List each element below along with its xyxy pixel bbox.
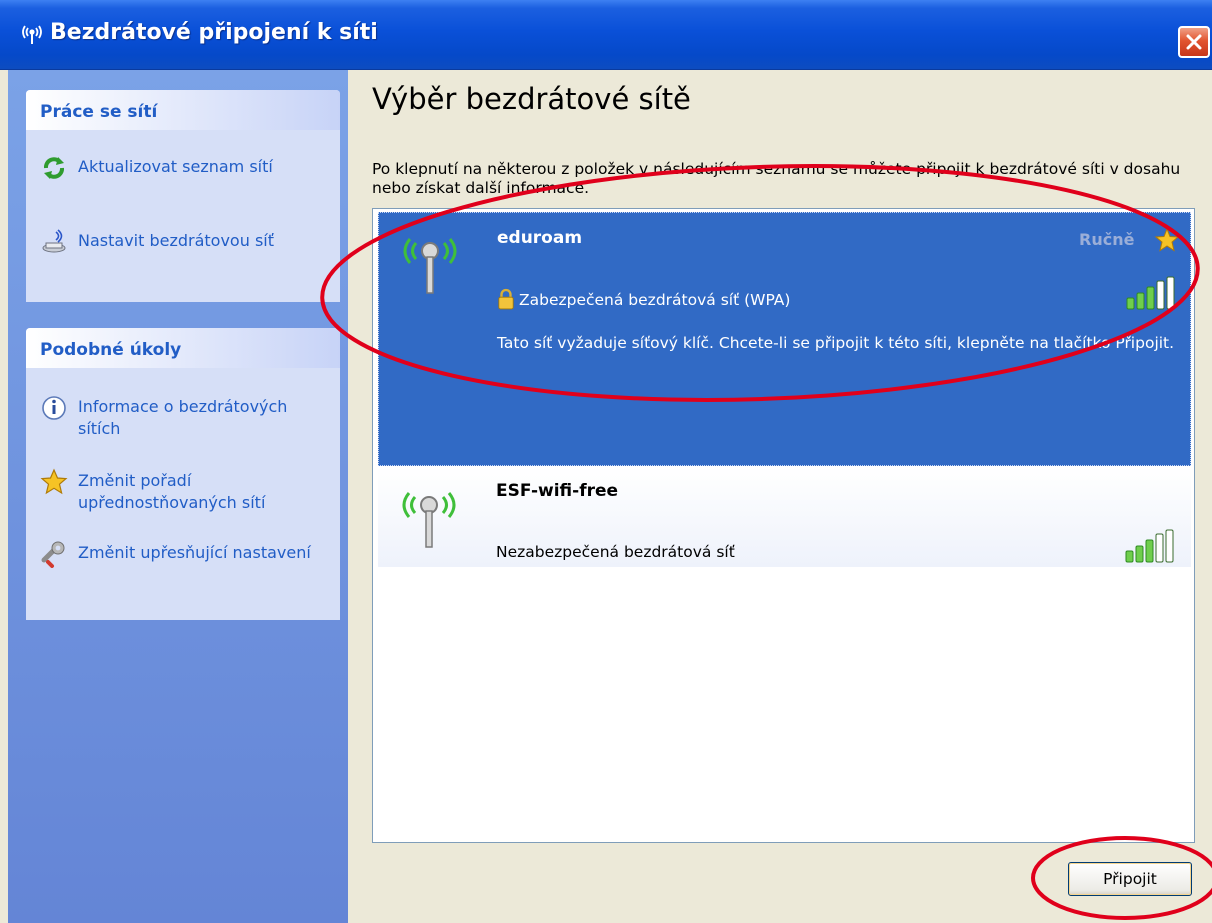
settings-icon — [41, 541, 65, 568]
change-preferred-order-link[interactable]: Změnit pořadí upřednostňovaných sítí — [26, 468, 340, 518]
window-title: Bezdrátové připojení k síti — [50, 20, 378, 45]
network-description: Tato síť vyžaduje síťový klíč. Chcete-li… — [497, 334, 1175, 352]
related-tasks-title: Podobné úkoly — [26, 328, 340, 368]
setup-wireless-network-link[interactable]: Nastavit bezdrátovou síť — [26, 228, 340, 258]
wireless-network-icon — [22, 25, 42, 44]
lock-icon — [498, 288, 514, 310]
refresh-network-list-label: Aktualizovat seznam sítí — [78, 157, 273, 176]
refresh-network-list-link[interactable]: Aktualizovat seznam sítí — [26, 154, 340, 184]
change-preferred-order-label: Změnit pořadí upřednostňovaných sítí — [78, 471, 266, 512]
network-item-eduroam[interactable]: eduroam Ručně Zabezpečená bezdrátová síť… — [378, 212, 1191, 466]
intro-text: Po klepnutí na některou z položek v násl… — [372, 160, 1181, 197]
network-security: Zabezpečená bezdrátová síť (WPA) — [519, 291, 791, 309]
network-name: eduroam — [497, 228, 583, 248]
wireless-antenna-icon — [402, 492, 456, 548]
network-security: Nezabezpečená bezdrátová síť — [496, 543, 735, 561]
network-list[interactable]: eduroam Ručně Zabezpečená bezdrátová síť… — [372, 208, 1195, 843]
connect-button[interactable]: Připojit — [1068, 862, 1192, 896]
network-tasks-panel: Práce se sítí Aktualizovat seznam sítí N… — [26, 90, 340, 302]
setup-wireless-network-label: Nastavit bezdrátovou síť — [78, 231, 274, 250]
change-advanced-settings-label: Změnit upřesňující nastavení — [78, 543, 311, 562]
close-icon — [1186, 34, 1202, 50]
change-advanced-settings-link[interactable]: Změnit upřesňující nastavení — [26, 540, 340, 590]
preferred-star-icon — [1155, 228, 1179, 252]
related-tasks-panel: Podobné úkoly Informace o bezdrátových s… — [26, 328, 340, 620]
wireless-setup-icon — [42, 229, 66, 253]
task-pane: Práce se sítí Aktualizovat seznam sítí N… — [8, 70, 348, 923]
page-title: Výběr bezdrátové sítě — [372, 82, 691, 116]
network-item-esf-wifi-free[interactable]: ESF-wifi-free Nezabezpečená bezdrátová s… — [378, 467, 1191, 567]
wireless-info-label: Informace o bezdrátových sítích — [78, 397, 288, 438]
network-name: ESF-wifi-free — [496, 481, 619, 501]
refresh-icon — [44, 157, 64, 179]
close-button[interactable] — [1178, 26, 1210, 58]
info-icon — [42, 396, 66, 420]
signal-strength-icon — [1125, 529, 1174, 563]
network-preference-label: Ručně — [1079, 230, 1135, 249]
wireless-info-link[interactable]: Informace o bezdrátových sítích — [26, 394, 340, 444]
signal-strength-icon — [1126, 276, 1175, 310]
star-icon — [40, 468, 68, 495]
wireless-antenna-icon — [403, 238, 457, 294]
title-bar: Bezdrátové připojení k síti — [0, 0, 1212, 70]
network-tasks-title: Práce se sítí — [26, 90, 340, 130]
